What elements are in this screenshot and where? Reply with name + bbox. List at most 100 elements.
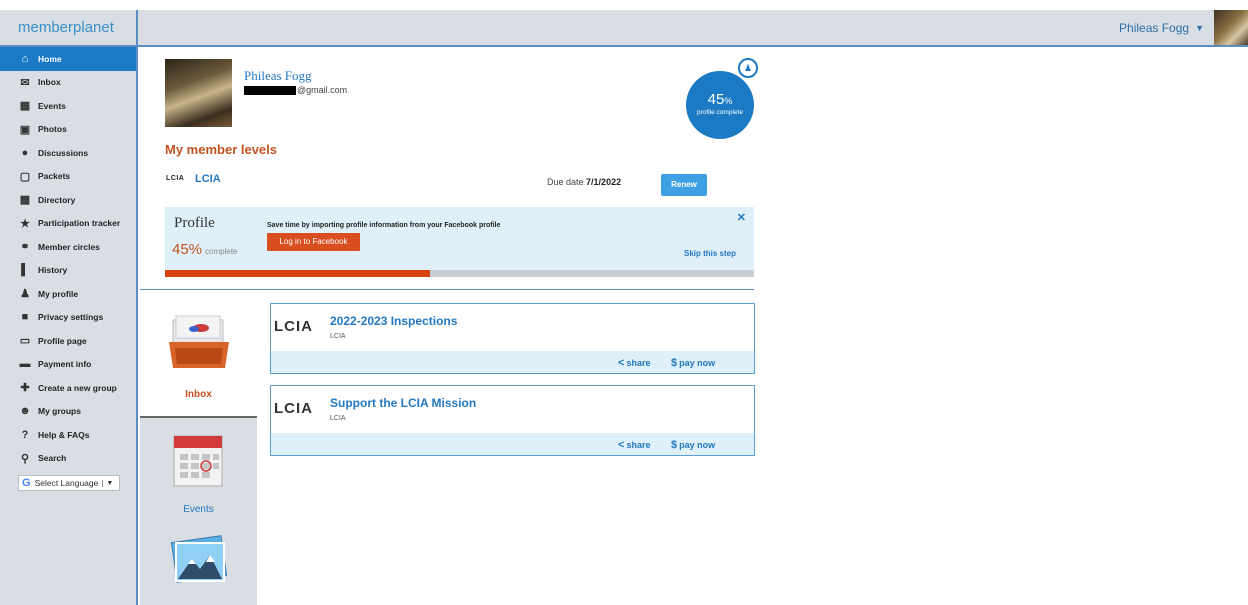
member-levels-title: My member levels <box>165 142 278 157</box>
level-name[interactable]: LCIA <box>195 173 221 185</box>
card-title[interactable]: Support the LCIA Mission <box>330 396 476 410</box>
completion-label: profile complete <box>697 109 743 116</box>
sidebar-item-discussions[interactable]: ● Discussions <box>0 141 136 165</box>
profile-email: @gmail.com <box>244 85 347 95</box>
bar-chart-icon: ▌ <box>21 264 29 277</box>
sidebar-item-search[interactable]: ⚲ Search <box>0 447 136 471</box>
pay-now-button[interactable]: $ pay now <box>671 357 715 369</box>
sidebar-item-label: Member circles <box>38 241 100 252</box>
sidebar-item-packets[interactable]: ▢ Packets <box>0 165 136 189</box>
chat-bubble-icon: ● <box>21 146 29 159</box>
sidebar-item-label: Payment info <box>38 359 92 370</box>
sidebar-item-label: My groups <box>38 406 81 417</box>
feed-card[interactable]: LCIA Support the LCIA Mission LCIA < shar… <box>270 385 755 456</box>
profile-completion-box: Profile 45% complete Save time by importi… <box>165 207 754 277</box>
sidebar-item-privacy-settings[interactable]: ■ Privacy settings <box>0 306 136 330</box>
sidebar-item-label: History <box>38 265 68 276</box>
sidebar-item-my-profile[interactable]: ♟ My profile <box>0 282 136 306</box>
sidebar-item-directory[interactable]: ▩ Directory <box>0 188 136 212</box>
email-suffix: @gmail.com <box>297 85 348 95</box>
dollar-icon: $ <box>671 439 678 451</box>
calendar-icon <box>173 435 223 487</box>
main-content: Phileas Fogg @gmail.com 45% profile comp… <box>140 47 1248 605</box>
user-menu[interactable]: Phileas Fogg ▼ <box>1119 10 1248 45</box>
share-button[interactable]: < share <box>618 439 650 451</box>
sidebar-item-label: My profile <box>38 288 79 299</box>
search-icon: ⚲ <box>20 452 30 465</box>
profile-photo[interactable] <box>165 59 232 127</box>
due-date: Due date 7/1/2022 <box>547 177 622 187</box>
sidebar-item-payment-info[interactable]: ▬ Payment info <box>0 353 136 377</box>
sidebar-item-inbox[interactable]: ✉ Inbox <box>0 71 136 95</box>
card-org: LCIA <box>330 415 346 422</box>
pay-now-button[interactable]: $ pay now <box>671 439 715 451</box>
sidebar-item-label: Events <box>38 100 66 111</box>
app-label: Inbox <box>185 389 212 400</box>
sidebar-item-events[interactable]: ▦ Events <box>0 94 136 118</box>
user-name[interactable]: Phileas Fogg <box>1119 21 1189 35</box>
monitor-icon: ▭ <box>19 335 31 348</box>
feed-card[interactable]: LCIA 2022-2023 Inspections LCIA < share $… <box>270 303 755 374</box>
google-icon: G <box>22 477 31 489</box>
sidebar-item-label: Participation tracker <box>38 218 121 229</box>
card-footer: < share $ pay now <box>271 433 754 455</box>
card-icon: ▬ <box>19 358 31 371</box>
photos-icon <box>170 535 228 583</box>
sidebar-item-label: Search <box>38 453 67 464</box>
card-logo: LCIA <box>274 400 313 417</box>
lock-icon: ■ <box>21 311 29 324</box>
chevron-down-icon[interactable]: ▼ <box>1195 23 1204 33</box>
share-button[interactable]: < share <box>618 357 650 369</box>
sidebar-item-label: Privacy settings <box>38 312 104 323</box>
profile-progress-fill <box>165 270 431 277</box>
packet-icon: ▢ <box>19 170 31 183</box>
sidebar-item-home[interactable]: ⌂ Home <box>0 47 136 71</box>
app-tile-inbox[interactable]: Inbox <box>140 290 257 416</box>
sidebar-item-help[interactable]: ? Help & FAQs <box>0 423 136 447</box>
person-icon: ♟ <box>20 288 30 301</box>
profile-box-percent: 45% complete <box>172 241 238 258</box>
sidebar-item-label: Packets <box>38 171 71 182</box>
app-tile-events[interactable]: Events <box>140 416 257 519</box>
renew-button[interactable]: Renew <box>661 174 707 196</box>
circles-icon: ⚭ <box>20 241 30 254</box>
camera-icon: ▣ <box>19 123 31 136</box>
avatar[interactable] <box>1214 10 1248 45</box>
sidebar-item-profile-page[interactable]: ▭ Profile page <box>0 329 136 353</box>
due-date-value: 7/1/2022 <box>586 177 622 187</box>
profile-progress-bar <box>165 270 754 277</box>
app-label: Events <box>183 504 214 515</box>
plus-icon: ✚ <box>20 382 30 395</box>
app-root: memberplanet Phileas Fogg ▼ ⌂ Home ✉ Inb… <box>0 0 1248 605</box>
sidebar-item-label: Directory <box>38 194 76 205</box>
user-icon[interactable]: ♟ <box>738 58 758 78</box>
dropdown-arrow-icon: ▼ <box>102 479 113 487</box>
top-bar: memberplanet Phileas Fogg ▼ <box>0 10 1248 47</box>
sidebar-item-label: Help & FAQs <box>38 429 90 440</box>
sidebar-item-my-groups[interactable]: ☻ My groups <box>0 400 136 424</box>
directory-icon: ▩ <box>19 194 31 207</box>
sidebar-item-member-circles[interactable]: ⚭ Member circles <box>0 235 136 259</box>
logo[interactable]: memberplanet <box>0 10 138 45</box>
language-select[interactable]: G Select Language ▼ <box>18 475 120 491</box>
home-icon: ⌂ <box>21 52 29 65</box>
sidebar-item-create-group[interactable]: ✚ Create a new group <box>0 376 136 400</box>
sidebar-item-label: Profile page <box>38 335 87 346</box>
sidebar: ⌂ Home ✉ Inbox ▦ Events ▣ Photos ● Discu… <box>0 47 138 605</box>
skip-step-link[interactable]: Skip this step <box>684 249 736 258</box>
question-icon: ? <box>21 428 29 441</box>
sidebar-item-label: Inbox <box>38 77 61 88</box>
profile-completion-circle[interactable]: 45% profile complete <box>686 71 754 139</box>
star-icon: ★ <box>20 217 30 230</box>
facebook-login-button[interactable]: Log in to Facebook <box>267 233 360 251</box>
dollar-icon: $ <box>671 357 678 369</box>
sidebar-item-history[interactable]: ▌ History <box>0 259 136 283</box>
sidebar-item-participation-tracker[interactable]: ★ Participation tracker <box>0 212 136 236</box>
share-icon: < <box>618 439 625 451</box>
profile-name[interactable]: Phileas Fogg <box>244 68 312 84</box>
share-icon: < <box>618 357 625 369</box>
app-tile-photos[interactable] <box>140 519 257 605</box>
close-icon[interactable]: ✕ <box>737 211 746 224</box>
sidebar-item-photos[interactable]: ▣ Photos <box>0 118 136 142</box>
card-title[interactable]: 2022-2023 Inspections <box>330 314 457 328</box>
